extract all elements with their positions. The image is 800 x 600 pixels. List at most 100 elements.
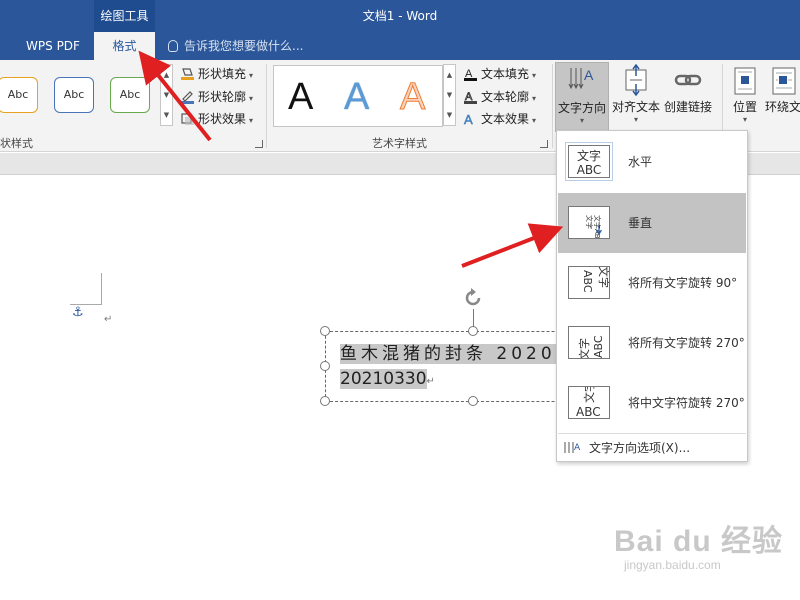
paragraph-mark-icon: ↵ bbox=[426, 376, 435, 387]
shape-style-thumb-3[interactable]: Abc bbox=[110, 77, 150, 113]
menu-item-label: 垂直 bbox=[628, 216, 653, 230]
text-direction-options-icon: A bbox=[563, 440, 581, 454]
text-fill-button[interactable]: A 文本填充 ▾ bbox=[463, 63, 536, 85]
gallery-more-icon[interactable]: ▼ bbox=[161, 105, 172, 125]
text-direction-icon: A bbox=[566, 65, 598, 97]
wrap-text-button[interactable]: 环绕文 bbox=[765, 62, 800, 132]
svg-text:ABC: ABC bbox=[581, 270, 594, 293]
menu-separator bbox=[558, 433, 746, 434]
tab-format[interactable]: 格式 bbox=[94, 32, 155, 60]
shape-effects-button[interactable]: 形状效果 ▾ bbox=[180, 108, 253, 130]
position-button[interactable]: 位置 ▾ bbox=[728, 62, 762, 132]
rotate-handle-icon[interactable] bbox=[462, 287, 484, 309]
svg-text:A: A bbox=[584, 67, 594, 83]
scroll-down-icon[interactable]: ▼ bbox=[444, 85, 455, 105]
tell-me-text: 告诉我您想要做什么... bbox=[184, 39, 304, 53]
menu-item-label: 将所有文字旋转 270° bbox=[628, 336, 745, 350]
svg-text:文字: 文字 bbox=[582, 387, 596, 403]
svg-text:A: A bbox=[464, 112, 473, 126]
rotate-90-text-icon: 文字 ABC bbox=[568, 266, 610, 299]
chevron-down-icon: ▾ bbox=[532, 116, 537, 125]
shape-style-gallery-scroll[interactable]: ▲ ▼ ▼ bbox=[160, 64, 173, 126]
align-text-icon bbox=[620, 63, 652, 97]
tell-me-search[interactable]: 告诉我您想要做什么... bbox=[168, 32, 303, 60]
watermark-url: jingyan.baidu.com bbox=[624, 558, 721, 572]
text-fill-icon: A bbox=[463, 66, 478, 81]
chevron-down-icon: ▾ bbox=[249, 94, 254, 103]
menu-item-label: 水平 bbox=[628, 155, 653, 169]
paint-bucket-icon bbox=[180, 66, 195, 80]
chevron-down-icon: ▾ bbox=[532, 94, 537, 103]
menu-item-vertical[interactable]: 文字ABC 文字 垂直 bbox=[558, 193, 746, 253]
rotate-270-text-icon: 文字 ABC bbox=[568, 326, 610, 359]
shape-styles-group-label: 状样式 bbox=[0, 137, 33, 150]
svg-text:ABC: ABC bbox=[592, 335, 605, 358]
shape-fill-label: 形状填充 bbox=[198, 67, 247, 81]
svg-text:文字: 文字 bbox=[577, 338, 591, 359]
text-outline-icon: A bbox=[463, 89, 478, 104]
wordart-gallery-scroll[interactable]: ▲ ▼ ▼ bbox=[443, 64, 456, 126]
resize-handle-top[interactable] bbox=[468, 326, 478, 336]
watermark-brand: Bai du 经验 bbox=[614, 525, 784, 558]
horizontal-icon-line-2: ABC bbox=[576, 163, 602, 177]
chevron-down-icon: ▾ bbox=[249, 116, 254, 125]
position-label: 位置 bbox=[732, 100, 757, 114]
wrap-text-label: 环绕文 bbox=[765, 100, 800, 114]
menu-item-label: 将所有文字旋转 90° bbox=[628, 276, 738, 290]
group-divider bbox=[552, 64, 553, 148]
svg-text:A: A bbox=[574, 443, 581, 453]
wordart-style-black[interactable]: A bbox=[288, 76, 313, 118]
text-direction-options-item[interactable]: A 文字方向选项(X)... bbox=[563, 437, 690, 459]
svg-text:文字: 文字 bbox=[597, 267, 610, 288]
align-text-button[interactable]: 对齐文本 ▾ bbox=[610, 62, 662, 132]
drawing-tools-context-label: 绘图工具 bbox=[94, 0, 155, 32]
shape-outline-button[interactable]: 形状轮廓 ▾ bbox=[180, 86, 253, 108]
svg-text:文字ABC: 文字ABC bbox=[593, 215, 602, 239]
menu-item-rotate-90[interactable]: 文字 ABC 将所有文字旋转 90° bbox=[558, 253, 746, 313]
text-box-content[interactable]: 鱼木混猪的封条 2020 20210330↵ bbox=[340, 342, 556, 394]
create-link-button[interactable]: 创建链接 bbox=[662, 62, 714, 132]
scroll-down-icon[interactable]: ▼ bbox=[161, 85, 172, 105]
chevron-down-icon: ▾ bbox=[633, 115, 638, 124]
text-box-line-1: 鱼木混猪的封条 2020 bbox=[340, 344, 556, 364]
text-outline-button[interactable]: A 文本轮廓 ▾ bbox=[463, 86, 536, 108]
shape-outline-label: 形状轮廓 bbox=[198, 90, 247, 104]
svg-text:ABC: ABC bbox=[576, 405, 601, 419]
wrap-text-icon bbox=[767, 64, 799, 96]
create-link-label: 创建链接 bbox=[663, 100, 712, 114]
shape-fill-button[interactable]: 形状填充 ▾ bbox=[180, 63, 253, 85]
shape-style-thumb-2[interactable]: Abc bbox=[54, 77, 94, 113]
resize-handle-left[interactable] bbox=[320, 361, 330, 371]
chevron-down-icon: ▾ bbox=[532, 71, 537, 80]
align-text-label: 对齐文本 bbox=[611, 100, 660, 114]
gallery-more-icon[interactable]: ▼ bbox=[444, 105, 455, 125]
shape-style-thumb-1[interactable]: Abc bbox=[0, 77, 38, 113]
page-margin-corner bbox=[70, 273, 102, 305]
horizontal-text-icon: 文字 ABC bbox=[565, 142, 613, 181]
menu-item-rotate-270[interactable]: 文字 ABC 将所有文字旋转 270° bbox=[558, 313, 746, 373]
menu-item-horizontal[interactable]: 文字 ABC 水平 bbox=[558, 132, 746, 192]
tab-wps-pdf[interactable]: WPS PDF bbox=[18, 32, 88, 60]
wordart-style-blue[interactable]: A bbox=[344, 76, 369, 118]
text-direction-menu: 文字 ABC 水平 文字ABC 文字 垂直 文字 ABC 将所有文字旋转 90° 文… bbox=[556, 130, 748, 462]
shape-effects-icon bbox=[180, 111, 195, 125]
rotate-chinese-270-text-icon: 文字 ABC bbox=[568, 386, 610, 419]
text-effects-button[interactable]: A 文本效果 ▾ bbox=[463, 108, 536, 130]
resize-handle-top-left[interactable] bbox=[320, 326, 330, 336]
horizontal-icon-line-1: 文字 bbox=[576, 149, 601, 163]
text-direction-button[interactable]: A 文字方向 ▾ bbox=[555, 62, 609, 132]
text-direction-label: 文字方向 bbox=[557, 101, 606, 115]
chevron-down-icon: ▾ bbox=[742, 115, 747, 124]
chain-link-icon bbox=[672, 64, 704, 96]
dialog-launcher-icon[interactable] bbox=[255, 140, 263, 148]
scroll-up-icon[interactable]: ▲ bbox=[161, 65, 172, 85]
chevron-down-icon: ▾ bbox=[579, 116, 584, 125]
menu-item-rotate-chinese-270[interactable]: 文字 ABC 将中文字符旋转 270° bbox=[558, 373, 746, 433]
shape-effects-label: 形状效果 bbox=[198, 112, 247, 126]
dialog-launcher-icon[interactable] bbox=[540, 140, 548, 148]
wordart-style-orange[interactable]: A bbox=[399, 76, 425, 119]
resize-handle-bottom[interactable] bbox=[468, 396, 478, 406]
scroll-up-icon[interactable]: ▲ bbox=[444, 65, 455, 85]
wordart-gallery[interactable]: A A A bbox=[273, 65, 443, 127]
resize-handle-bottom-left[interactable] bbox=[320, 396, 330, 406]
